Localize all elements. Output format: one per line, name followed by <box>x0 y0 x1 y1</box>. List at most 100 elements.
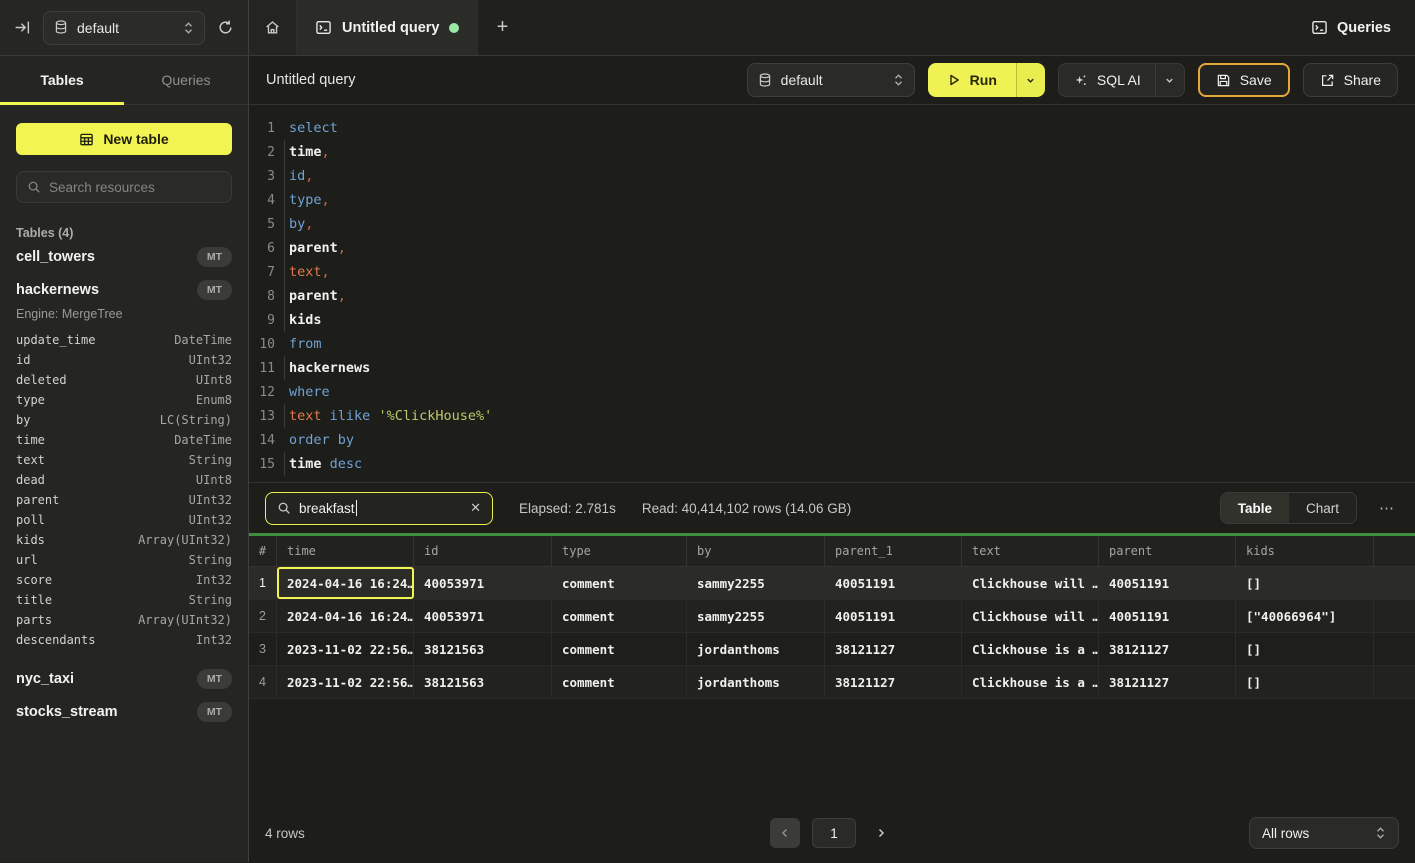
sidebar-table-item-stocks_stream[interactable]: stocks_streamMT <box>16 695 232 728</box>
current-page-button[interactable]: 1 <box>812 818 856 848</box>
table-cell[interactable]: 38121127 <box>1099 666 1236 698</box>
code-token: kids <box>289 312 322 328</box>
next-page-button[interactable] <box>868 827 894 839</box>
table-cell[interactable]: jordanthoms <box>687 633 825 665</box>
table-cell[interactable]: comment <box>552 666 687 698</box>
code-line-5[interactable]: 5 by, <box>249 212 1415 236</box>
code-line-2[interactable]: 2 time, <box>249 140 1415 164</box>
tab-home[interactable] <box>249 0 297 55</box>
sql-ai-options-button[interactable] <box>1155 64 1184 96</box>
table-cell[interactable]: [] <box>1236 567 1374 599</box>
table-cell[interactable]: 40051191 <box>1099 600 1236 632</box>
table-cell[interactable]: sammy2255 <box>687 567 825 599</box>
table-cell[interactable]: 40051191 <box>825 567 962 599</box>
column-header-by[interactable]: by <box>687 536 825 566</box>
table-cell[interactable]: 38121127 <box>825 666 962 698</box>
column-header-index[interactable]: # <box>249 536 277 566</box>
table-cell[interactable]: 38121563 <box>414 633 552 665</box>
code-line-10[interactable]: 10from <box>249 332 1415 356</box>
sidebar-search[interactable] <box>16 171 232 203</box>
sidebar-tab-tables[interactable]: Tables <box>0 56 124 104</box>
new-table-button[interactable]: New table <box>16 123 232 155</box>
save-button[interactable]: Save <box>1198 63 1290 97</box>
code-line-8[interactable]: 8 parent, <box>249 284 1415 308</box>
table-cell[interactable]: 2024-04-16 16:24… <box>277 567 414 599</box>
run-button[interactable]: Run <box>928 63 1016 97</box>
code-line-12[interactable]: 12where <box>249 380 1415 404</box>
sql-ai-button[interactable]: SQL AI <box>1059 64 1155 96</box>
view-toggle-chart[interactable]: Chart <box>1289 493 1356 523</box>
table-cell[interactable]: 40051191 <box>1099 567 1236 599</box>
clear-search-icon[interactable]: ✕ <box>470 500 481 516</box>
sidebar-tab-queries[interactable]: Queries <box>124 56 248 104</box>
row-number[interactable]: 1 <box>249 567 277 599</box>
column-header-parent[interactable]: parent <box>1099 536 1236 566</box>
tab-untitled-query[interactable]: Untitled query <box>297 0 478 55</box>
code-token: , <box>322 264 330 280</box>
table-cell[interactable]: 40051191 <box>825 600 962 632</box>
table-cell[interactable]: Clickhouse will … <box>962 567 1099 599</box>
row-number[interactable]: 3 <box>249 633 277 665</box>
refresh-icon[interactable] <box>217 19 234 36</box>
column-header-parent_1[interactable]: parent_1 <box>825 536 962 566</box>
table-cell[interactable]: 38121127 <box>825 633 962 665</box>
new-tab-button[interactable]: + <box>478 0 526 55</box>
table-cell[interactable]: comment <box>552 567 687 599</box>
code-line-15[interactable]: 15 time desc <box>249 452 1415 476</box>
code-line-7[interactable]: 7 text, <box>249 260 1415 284</box>
sql-editor[interactable]: 1select2 time,3 id,4 type,5 by,6 parent,… <box>249 105 1415 482</box>
code-line-1[interactable]: 1select <box>249 116 1415 140</box>
table-cell[interactable]: [] <box>1236 633 1374 665</box>
previous-page-button[interactable] <box>770 818 800 848</box>
indent-guide <box>284 260 285 284</box>
table-cell[interactable]: Clickhouse will … <box>962 600 1099 632</box>
table-cell[interactable]: 2023-11-02 22:56… <box>277 666 414 698</box>
table-cell[interactable]: Clickhouse is a … <box>962 633 1099 665</box>
page-size-selector[interactable]: All rows <box>1249 817 1399 849</box>
column-header-time[interactable]: time <box>277 536 414 566</box>
code-line-13[interactable]: 13 text ilike '%ClickHouse%' <box>249 404 1415 428</box>
code-line-3[interactable]: 3 id, <box>249 164 1415 188</box>
indent-guide <box>284 236 285 260</box>
results-search[interactable]: breakfast ✕ <box>265 492 493 525</box>
code-line-4[interactable]: 4 type, <box>249 188 1415 212</box>
row-number[interactable]: 4 <box>249 666 277 698</box>
run-options-button[interactable] <box>1016 63 1045 97</box>
table-cell[interactable]: ["40066964"] <box>1236 600 1374 632</box>
code-token: order by <box>289 432 354 448</box>
row-number[interactable]: 2 <box>249 600 277 632</box>
table-cell[interactable]: 40053971 <box>414 600 552 632</box>
sidebar-table-item-nyc_taxi[interactable]: nyc_taxiMT <box>16 662 232 695</box>
queries-button[interactable]: Queries <box>1287 0 1415 55</box>
table-cell[interactable]: sammy2255 <box>687 600 825 632</box>
column-header-id[interactable]: id <box>414 536 552 566</box>
column-header-type[interactable]: type <box>552 536 687 566</box>
column-header-kids[interactable]: kids <box>1236 536 1374 566</box>
database-selector[interactable]: default <box>43 11 205 45</box>
query-database-selector[interactable]: default <box>747 63 915 97</box>
more-options-icon[interactable]: ⋯ <box>1375 499 1399 517</box>
code-line-6[interactable]: 6 parent, <box>249 236 1415 260</box>
code-line-11[interactable]: 11 hackernews <box>249 356 1415 380</box>
sidebar-table-item-hackernews[interactable]: hackernewsMT <box>16 273 232 306</box>
view-toggle-table[interactable]: Table <box>1221 493 1289 523</box>
table-cell[interactable]: Clickhouse is a … <box>962 666 1099 698</box>
table-cell[interactable]: comment <box>552 600 687 632</box>
table-cell[interactable]: 38121563 <box>414 666 552 698</box>
table-cell[interactable]: 2023-11-02 22:56… <box>277 633 414 665</box>
sidebar-table-item-cell_towers[interactable]: cell_towersMT <box>16 240 232 273</box>
results-search-value: breakfast <box>299 501 355 516</box>
table-cell[interactable]: jordanthoms <box>687 666 825 698</box>
row-count: 4 rows <box>265 826 305 841</box>
table-cell[interactable]: 40053971 <box>414 567 552 599</box>
sidebar-search-input[interactable] <box>49 180 221 195</box>
table-cell[interactable]: 2024-04-16 16:24… <box>277 600 414 632</box>
column-header-text[interactable]: text <box>962 536 1099 566</box>
table-cell[interactable]: 38121127 <box>1099 633 1236 665</box>
collapse-sidebar-icon[interactable] <box>14 19 31 36</box>
table-cell[interactable]: [] <box>1236 666 1374 698</box>
table-cell[interactable]: comment <box>552 633 687 665</box>
code-line-9[interactable]: 9 kids <box>249 308 1415 332</box>
code-line-14[interactable]: 14order by <box>249 428 1415 452</box>
share-button[interactable]: Share <box>1303 63 1398 97</box>
